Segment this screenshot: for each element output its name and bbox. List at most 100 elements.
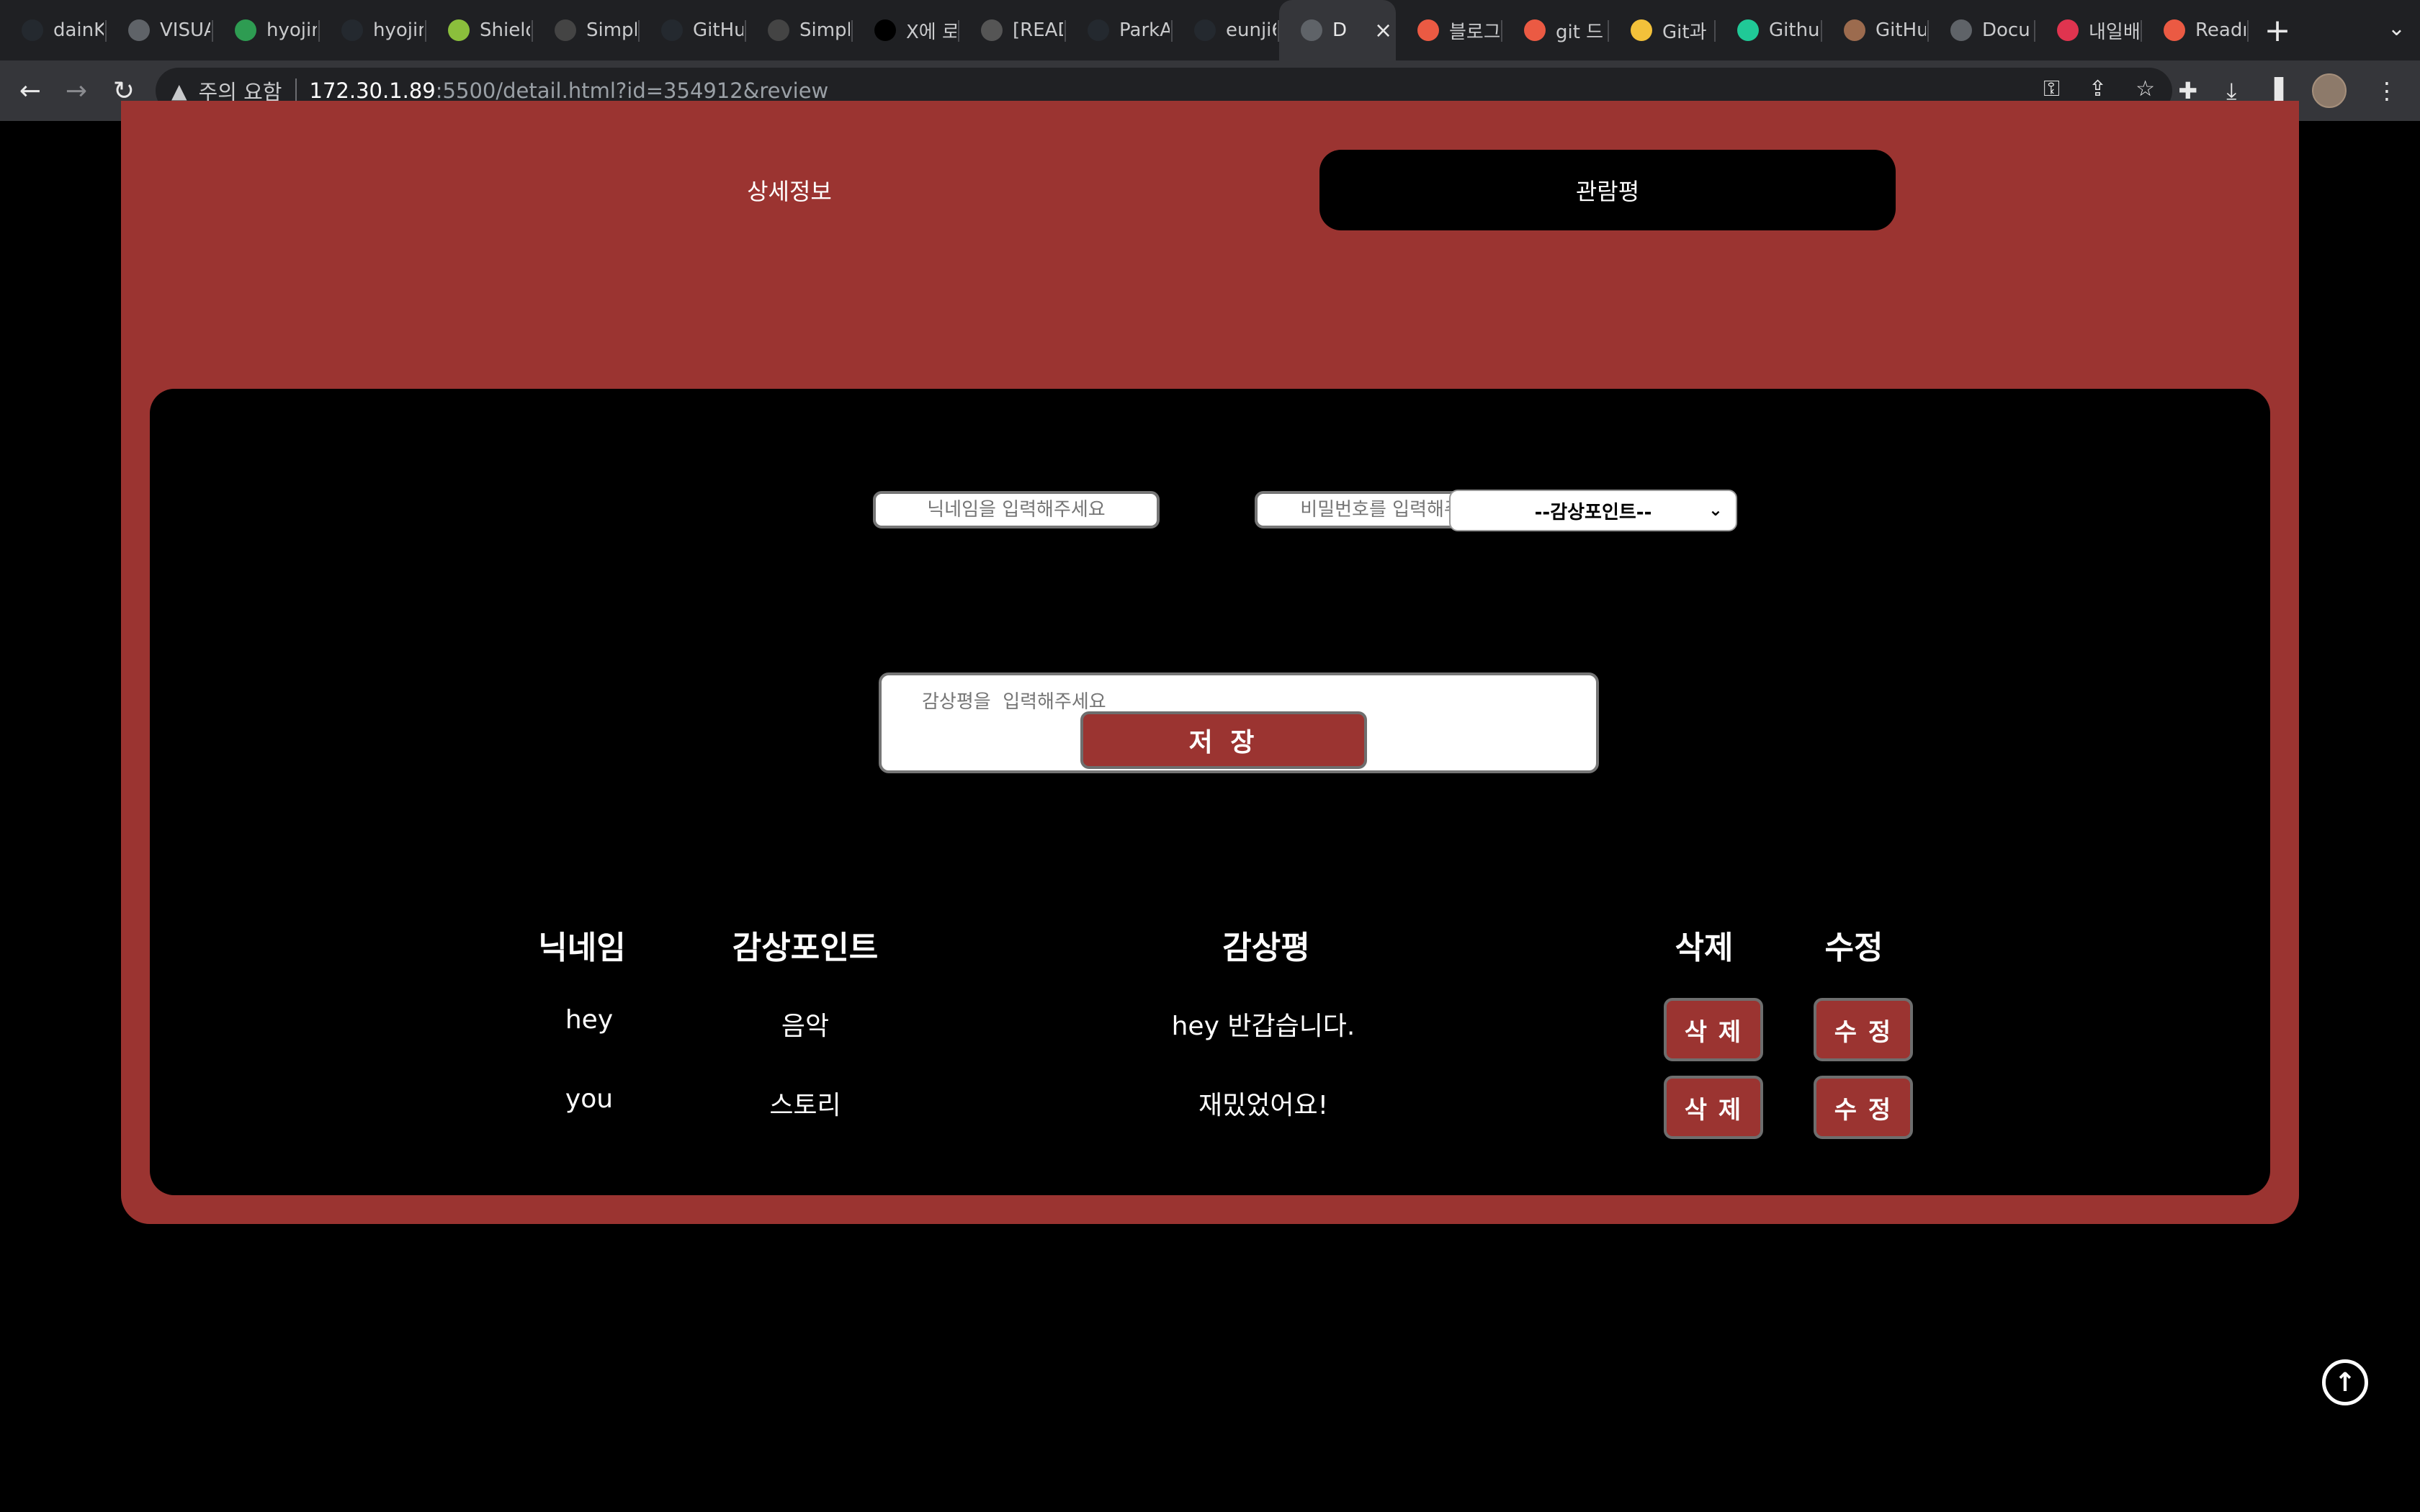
header-nickname: 닉네임 xyxy=(538,930,626,966)
review-section: --감상포인트-- ⌄ 저 장 닉네임 감상포인트 감상평 삭제 수정 hey … xyxy=(150,389,2270,1195)
browser-tab[interactable]: hyojin xyxy=(320,0,426,60)
browser-tab[interactable]: dainK xyxy=(0,0,107,60)
globe-icon xyxy=(128,19,150,41)
browser-tab-label: GitHu xyxy=(693,19,743,41)
browser-tab-label: Simpl xyxy=(799,19,850,41)
chevron-down-icon: ⌄ xyxy=(1708,500,1723,520)
browser-tab[interactable]: Readr xyxy=(2142,0,2249,60)
profile-avatar[interactable] xyxy=(2312,73,2347,108)
browser-tab-label: [READ xyxy=(1013,19,1063,41)
browser-tab[interactable]: 블로그 xyxy=(1396,0,1502,60)
tistory-icon xyxy=(1524,19,1546,41)
velog-icon xyxy=(1737,19,1759,41)
github-icon xyxy=(1194,19,1216,41)
browser-tab-label: Git과 ( xyxy=(1662,21,1713,43)
header-edit: 수정 xyxy=(1824,930,1883,966)
close-tab-icon[interactable]: × xyxy=(1374,18,1392,43)
avatar-icon xyxy=(1844,19,1865,41)
browser-tab[interactable]: Simpl xyxy=(533,0,640,60)
url-path: :5500/detail.html?id=354912&review xyxy=(435,78,829,103)
delete-button[interactable]: 삭 제 xyxy=(1664,998,1763,1061)
browser-tab-label: hyojin xyxy=(373,19,424,41)
browser-tab[interactable]: Git과 ( xyxy=(1609,0,1716,60)
browser-tab[interactable]: 내일배 xyxy=(2035,0,2142,60)
tab-reviews[interactable]: 관람평 xyxy=(1319,150,1896,230)
browser-tab-label: GitHu xyxy=(1876,19,1926,41)
dollar-icon xyxy=(555,19,576,41)
star-bookmark-icon[interactable]: ☆ xyxy=(2136,76,2155,102)
row-point: 스토리 xyxy=(769,1091,841,1120)
browser-tab-label: ParkA xyxy=(1119,19,1170,41)
browser-tab[interactable]: X에 로 xyxy=(853,0,959,60)
browser-tab[interactable]: VISUA xyxy=(107,0,213,60)
shield-icon xyxy=(448,19,470,41)
more-menu-icon[interactable]: ⋮ xyxy=(2375,77,2398,104)
forward-arrow-icon[interactable]: → xyxy=(60,75,92,107)
browser-tab[interactable]: Simpl xyxy=(746,0,853,60)
globe-icon xyxy=(1301,19,1322,41)
new-tab-button[interactable]: + xyxy=(2249,0,2306,60)
header-review: 감상평 xyxy=(1222,930,1310,966)
header-review-point: 감상포인트 xyxy=(732,930,879,966)
edit-button[interactable]: 수 정 xyxy=(1814,998,1913,1061)
share-icon[interactable]: ⇪ xyxy=(2089,76,2107,102)
review-point-select[interactable]: --감상포인트-- ⌄ xyxy=(1449,490,1737,531)
browser-tab[interactable]: ParkA xyxy=(1066,0,1173,60)
browser-tab-label: git 드 xyxy=(1556,21,1604,43)
edit-button[interactable]: 수 정 xyxy=(1814,1076,1913,1139)
url-divider xyxy=(295,78,297,103)
key-icon[interactable]: ⚿ xyxy=(2043,76,2060,102)
browser-tab-label: eunji6 xyxy=(1226,19,1276,41)
select-value: --감상포인트-- xyxy=(1534,501,1652,523)
browser-tab[interactable]: [READ xyxy=(959,0,1066,60)
browser-tab-label: Docu xyxy=(1982,19,2030,41)
browser-tab[interactable]: Shield xyxy=(426,0,533,60)
warning-triangle-icon: ▲ xyxy=(171,78,187,103)
tistory-icon xyxy=(1417,19,1439,41)
row-review: 재밌었어요! xyxy=(1198,1091,1329,1120)
browser-tab-label: Githu xyxy=(1769,19,1819,41)
browser-tab-label: 내일배 xyxy=(2089,21,2139,43)
browser-tab[interactable]: Docu xyxy=(1929,0,2035,60)
browser-tab-strip: dainK VISUA hyojin hyojin Shield Simpl GitHu Si… xyxy=(0,0,2420,60)
save-button[interactable]: 저 장 xyxy=(1080,711,1367,769)
browser-tab[interactable]: D × xyxy=(1279,0,1396,60)
browser-tab[interactable]: GitHu xyxy=(640,0,746,60)
browser-tab[interactable]: Githu xyxy=(1716,0,1822,60)
row-point: 음악 xyxy=(781,1012,830,1041)
browser-tab-label: dainK xyxy=(53,19,104,41)
address-bar-actions: ⚿ ⇪ ☆ xyxy=(2043,76,2155,102)
browser-tab[interactable]: git 드 xyxy=(1502,0,1609,60)
nickname-input[interactable] xyxy=(873,491,1160,528)
mail-icon xyxy=(235,19,256,41)
globe-icon xyxy=(1950,19,1972,41)
row-nickname: hey xyxy=(565,1005,614,1035)
dollar-icon xyxy=(768,19,789,41)
tab-detail-info[interactable]: 상세정보 xyxy=(501,150,1077,230)
scroll-to-top-arrow-icon[interactable]: ↑ xyxy=(2322,1359,2368,1405)
delete-button[interactable]: 삭 제 xyxy=(1664,1076,1763,1139)
browser-tab-label: Simpl xyxy=(586,19,637,41)
doc-icon xyxy=(981,19,1003,41)
tistory-icon xyxy=(2164,19,2185,41)
browser-tab-label: 블로그 xyxy=(1449,21,1500,43)
github-icon xyxy=(341,19,363,41)
browser-tab-label: Shield xyxy=(480,19,530,41)
browser-tab-label: VISUA xyxy=(160,19,210,41)
heart-icon xyxy=(2057,19,2079,41)
browser-tab[interactable]: eunji6 xyxy=(1173,0,1279,60)
github-icon xyxy=(661,19,683,41)
browser-tab-label: hyojin xyxy=(266,19,317,41)
back-arrow-icon[interactable]: ← xyxy=(14,75,46,107)
browser-tab-label: D xyxy=(1332,19,1348,41)
x-icon xyxy=(874,19,896,41)
browser-tab[interactable]: hyojin xyxy=(213,0,320,60)
chick-icon xyxy=(1631,19,1652,41)
browser-tab[interactable]: GitHu xyxy=(1822,0,1929,60)
header-delete: 삭제 xyxy=(1675,930,1734,966)
tab-search-chevron-icon[interactable]: ⌄ xyxy=(2388,16,2406,41)
movie-detail-panel: 상세정보 관람평 --감상포인트-- ⌄ 저 장 닉네임 감상포인트 감상평 삭… xyxy=(121,101,2299,1224)
tab-list: dainK VISUA hyojin hyojin Shield Simpl GitHu Si… xyxy=(0,0,2249,60)
github-icon xyxy=(22,19,43,41)
browser-tab-label: Readr xyxy=(2195,19,2246,41)
